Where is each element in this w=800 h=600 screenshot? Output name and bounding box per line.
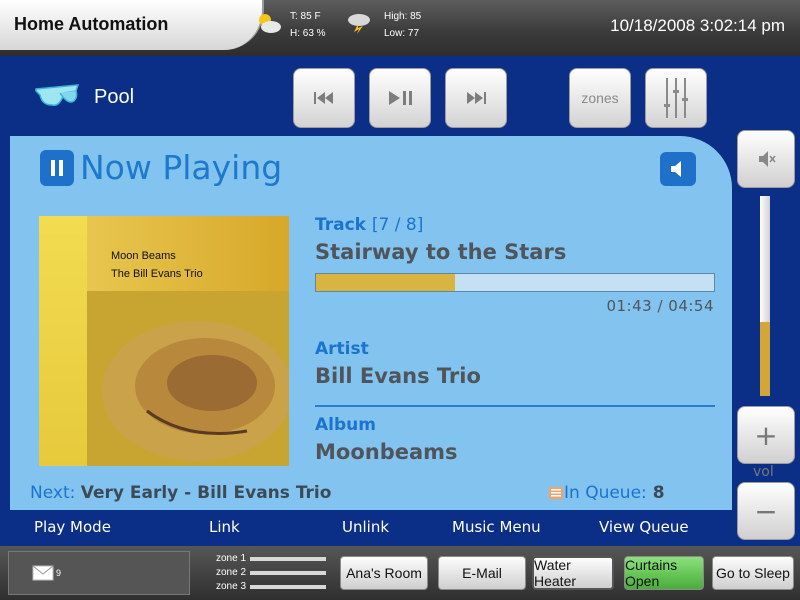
speaker-icon [671,161,681,177]
next-icon [467,92,486,104]
mail-icon [32,565,54,581]
artist-label: Artist [315,339,369,359]
high-temp-text: High: 85 [384,11,422,22]
sun-cloud-icon [259,14,281,33]
volume-up-button[interactable]: + [737,406,795,464]
zone-1-indicator[interactable] [250,557,326,561]
artist-name: Bill Evans Trio [315,364,481,388]
track-progress-bar[interactable] [315,273,715,292]
mute-button[interactable] [737,130,795,188]
storm-cloud-icon [348,14,370,34]
track-label-row: Track [7 / 8] [315,215,423,235]
weather-forecast: High: 85 Low: 77 [384,8,421,42]
mail-count: 9 [56,568,62,578]
separator-line [315,405,715,407]
anas-room-button[interactable]: Ana's Room [340,556,428,590]
previous-button[interactable] [293,68,355,128]
next-label: Next: [30,483,76,503]
play-pause-icon [389,91,412,105]
speaker-button[interactable] [660,152,696,186]
link-button[interactable]: Link [209,518,240,536]
album-art-title: Moon Beams [111,250,176,262]
queue-list-icon [549,487,563,499]
play-pause-button[interactable] [369,68,431,128]
zone-3-label: zone 3 [216,581,247,592]
next-button[interactable] [445,68,507,128]
zone-2-indicator[interactable] [250,571,326,575]
app-title: Home Automation [14,14,169,34]
zone-name: Pool [94,86,135,108]
previous-icon [314,92,333,104]
water-heater-button[interactable]: Water Heater [532,556,614,590]
low-temp-text: Low: 77 [384,28,420,39]
queue-info[interactable]: In Queue: 8 [548,483,665,503]
track-progress-fill [316,274,456,291]
next-value: Very Early - Bill Evans Trio [80,483,332,503]
album-spine-label [39,216,87,466]
zone-1-label: zone 1 [216,553,247,564]
temperature-text: T: 85 F [290,11,321,22]
track-time: 01:43 / 04:54 [606,297,714,315]
equalizer-icon [664,78,688,118]
pause-icon [51,160,63,176]
queue-label: In Queue: [564,483,647,503]
album-name: Moonbeams [315,440,458,464]
track-label: Track [315,215,366,235]
volume-down-button[interactable]: − [737,482,795,540]
track-number: [7 / 8] [371,215,424,235]
go-to-sleep-button[interactable]: Go to Sleep [712,556,794,590]
curtains-open-button[interactable]: Curtains Open [624,556,704,590]
email-button[interactable]: E-Mail [438,556,526,590]
zone-3-indicator[interactable] [250,585,326,589]
sunglasses-icon [35,84,80,106]
mute-icon [759,151,776,167]
track-title: Stairway to the Stars [315,240,567,264]
album-art-artist: The Bill Evans Trio [111,268,203,280]
datetime: 10/18/2008 3:02:14 pm [610,16,785,35]
volume-level-fill [760,322,770,396]
queue-count: 8 [652,483,665,503]
equalizer-button[interactable] [645,68,707,128]
brand-tab: Home Automation [0,0,264,50]
album-photo [87,291,289,466]
zone-2-label: zone 2 [216,567,247,578]
volume-label: vol [753,464,774,480]
pause-button[interactable] [40,150,74,186]
zones-button[interactable]: zones [569,68,631,128]
unlink-button[interactable]: Unlink [342,518,389,536]
view-queue-button[interactable]: View Queue [599,518,689,536]
album-label: Album [315,415,376,435]
humidity-text: H: 63 % [290,28,326,39]
next-track: Next: Very Early - Bill Evans Trio [30,483,331,503]
weather-current: T: 85 F H: 63 % [290,8,326,42]
play-mode-button[interactable]: Play Mode [34,518,111,536]
music-menu-button[interactable]: Music Menu [452,518,541,536]
album-art: Moon Beams The Bill Evans Trio [39,216,289,466]
volume-slider[interactable] [760,196,770,396]
now-playing-title: Now Playing [80,148,283,187]
